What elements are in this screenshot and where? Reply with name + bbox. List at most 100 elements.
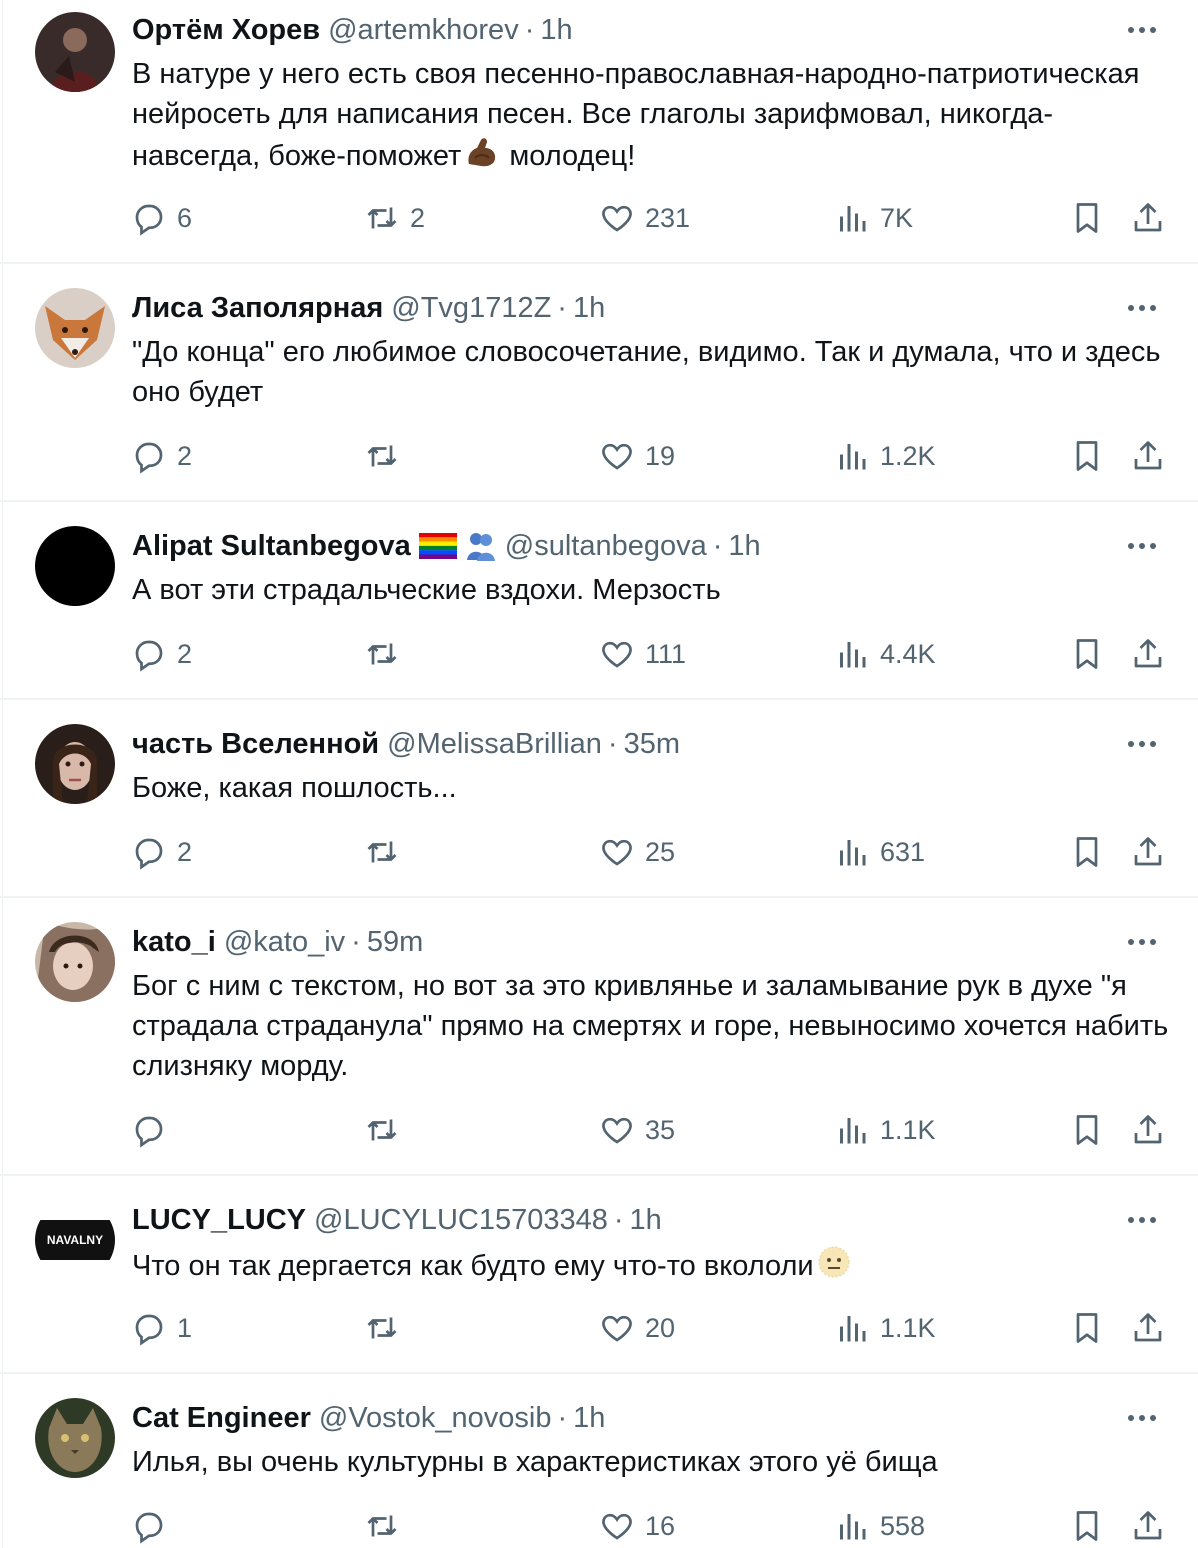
bookmark-icon [1076,1313,1098,1343]
author-name[interactable]: LUCY_LUCY [132,1200,306,1240]
author-name[interactable]: kato_i [132,922,216,962]
bookmark-button[interactable] [1069,830,1105,874]
author-handle[interactable]: @Tvg1712Z [391,288,551,328]
reply-button[interactable] [131,1108,177,1152]
tweet-text: В натуре у него есть своя песенно-правос… [132,54,1172,181]
tweet[interactable]: часть Вселенной @MelissaBrillian · 35m Б… [0,700,1198,898]
more-options-button[interactable] [1122,724,1162,764]
share-button[interactable] [1130,196,1166,240]
like-button[interactable]: 25 [599,830,675,874]
like-button[interactable]: 111 [599,632,686,676]
timestamp[interactable]: 1h [540,10,572,50]
tweet[interactable]: NAVALNY LUCY_LUCY @LUCYLUC15703348 · 1h … [0,1176,1198,1374]
views-button[interactable]: 1.1K [834,1306,936,1350]
reply-button[interactable]: 6 [131,196,192,240]
timestamp[interactable]: 1h [630,1200,662,1240]
share-button[interactable] [1130,1108,1166,1152]
author-name[interactable]: Лиса Заполярная [132,288,383,328]
share-button[interactable] [1130,1504,1166,1548]
avatar[interactable] [35,288,115,368]
more-options-button[interactable] [1122,1398,1162,1438]
retweet-button[interactable] [364,1108,410,1152]
reply-button[interactable] [131,1504,177,1548]
timestamp[interactable]: 1h [728,526,760,566]
author-name[interactable]: Cat Engineer [132,1398,311,1438]
timestamp[interactable]: 1h [573,1398,605,1438]
bookmark-button[interactable] [1069,632,1105,676]
share-button[interactable] [1130,1306,1166,1350]
author-name[interactable]: часть Вселенной [132,724,379,764]
reply-icon [135,204,163,236]
reply-icon [135,442,163,474]
bookmark-button[interactable] [1069,1504,1105,1548]
retweet-count: 2 [410,202,426,233]
views-button[interactable]: 1.2K [834,434,936,478]
reply-button[interactable]: 2 [131,632,192,676]
tweet[interactable]: Cat Engineer @Vostok_novosib · 1h Илья, … [0,1374,1198,1548]
author-handle[interactable]: @LUCYLUC15703348 [314,1200,608,1240]
tweet[interactable]: Alipat Sultanbegova @sultanbegova · 1h А… [0,502,1198,700]
tweet[interactable]: Ортём Хорев @artemkhorev · 1h В натуре у… [0,0,1198,264]
author-name[interactable]: Ортём Хорев [132,10,320,50]
retweet-button[interactable] [364,830,410,874]
views-button[interactable]: 1.1K [834,1108,936,1152]
author-handle[interactable]: @artemkhorev [328,10,519,50]
avatar[interactable]: NAVALNY [35,1200,115,1280]
views-button[interactable]: 631 [834,830,925,874]
retweet-button[interactable] [364,632,410,676]
like-button[interactable]: 16 [599,1504,675,1548]
tweet[interactable]: kato_i @kato_iv · 59m Бог с ним с тексто… [0,898,1198,1176]
retweet-icon [367,1119,397,1141]
reply-button[interactable]: 2 [131,434,192,478]
tweet-header: kato_i @kato_iv · 59m [132,922,1108,962]
tweet-header: Alipat Sultanbegova @sultanbegova · 1h [132,526,1108,566]
more-options-button[interactable] [1122,10,1162,50]
avatar[interactable] [35,526,115,606]
retweet-button[interactable] [364,1504,410,1548]
tweet-text-part: Боже, какая пошлость... [132,772,457,804]
author-handle[interactable]: @kato_iv [224,922,345,962]
timestamp[interactable]: 1h [573,288,605,328]
views-button[interactable]: 7K [834,196,913,240]
retweet-button[interactable] [364,434,410,478]
avatar[interactable] [35,922,115,1002]
like-count: 25 [645,836,676,867]
timestamp[interactable]: 35m [624,724,680,764]
more-options-button[interactable] [1122,1200,1162,1240]
avatar[interactable] [35,12,115,92]
author-name[interactable]: Alipat Sultanbegova [132,526,411,566]
views-button[interactable]: 558 [834,1504,925,1548]
author-handle[interactable]: @MelissaBrillian [387,724,602,764]
bookmark-button[interactable] [1069,196,1105,240]
avatar[interactable] [35,1398,115,1478]
timestamp[interactable]: 59m [367,922,423,962]
avatar-image [35,288,115,368]
retweet-button[interactable]: 2 [364,196,425,240]
author-handle[interactable]: @Vostok_novosib [319,1398,552,1438]
bookmark-icon [1076,441,1098,471]
reply-button[interactable]: 2 [131,830,192,874]
share-button[interactable] [1130,632,1166,676]
retweet-icon [367,445,397,467]
more-options-button[interactable] [1122,288,1162,328]
like-button[interactable]: 19 [599,434,675,478]
retweet-button[interactable] [364,1306,410,1350]
people-hugging-emoji [465,530,497,562]
share-icon [1134,1511,1162,1540]
avatar[interactable] [35,724,115,804]
bookmark-button[interactable] [1069,434,1105,478]
share-button[interactable] [1130,830,1166,874]
bookmark-button[interactable] [1069,1108,1105,1152]
author-handle[interactable]: @sultanbegova [505,526,707,566]
like-button[interactable]: 35 [599,1108,675,1152]
more-options-button[interactable] [1122,922,1162,962]
like-button[interactable]: 20 [599,1306,675,1350]
tweet-text-part: молодец! [501,140,636,173]
tweet[interactable]: Лиса Заполярная @Tvg1712Z · 1h "До конца… [0,264,1198,502]
views-button[interactable]: 4.4K [834,632,936,676]
more-options-button[interactable] [1122,526,1162,566]
share-button[interactable] [1130,434,1166,478]
like-button[interactable]: 231 [599,196,690,240]
reply-button[interactable]: 1 [131,1306,192,1350]
bookmark-button[interactable] [1069,1306,1105,1350]
